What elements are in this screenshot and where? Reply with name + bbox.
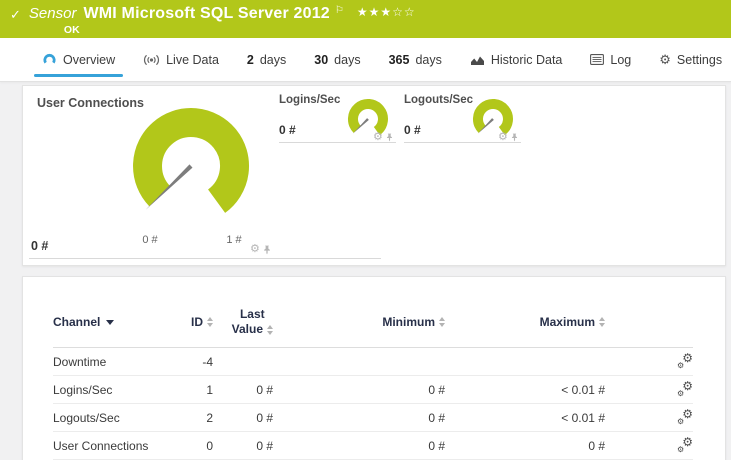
pin-icon[interactable] bbox=[511, 133, 518, 142]
sensor-title-block: Sensor WMI Microsoft SQL Server 2012 ⚐ ★… bbox=[29, 5, 416, 36]
channel-last-value: 0 # bbox=[256, 438, 273, 453]
prtg-sensor-page: ✓ Sensor WMI Microsoft SQL Server 2012 ⚐… bbox=[0, 0, 731, 460]
column-label: Minimum bbox=[382, 315, 435, 329]
logins-divider bbox=[279, 142, 396, 143]
table-row[interactable]: Logouts/Sec 2 0 # 0 # < 0.01 # ⚙ ⚙ bbox=[53, 404, 693, 432]
sort-caret-icon bbox=[106, 319, 115, 325]
channel-settings-gears-icon[interactable]: ⚙ ⚙ bbox=[677, 352, 693, 370]
column-header-minimum[interactable]: Minimum bbox=[273, 315, 445, 329]
live-data-icon bbox=[143, 54, 160, 66]
column-header-id[interactable]: ID bbox=[173, 315, 213, 329]
table-row[interactable]: Downtime -4 ⚙ ⚙ bbox=[53, 348, 693, 376]
channel-name: Downtime bbox=[53, 354, 107, 369]
main-gauge-actions: ⚙ bbox=[250, 244, 271, 255]
channel-last-value: 0 # bbox=[256, 410, 273, 425]
channel-settings-gears-icon[interactable]: ⚙ ⚙ bbox=[677, 380, 693, 398]
channel-id: 2 bbox=[206, 410, 213, 425]
tab-number: 2 bbox=[246, 52, 254, 67]
table-header-row: Channel ID Last Value Minimum Maximum bbox=[53, 277, 693, 348]
logouts-divider bbox=[404, 142, 521, 143]
channel-settings-gears-icon[interactable]: ⚙ ⚙ bbox=[677, 408, 693, 426]
channel-minimum: 0 # bbox=[428, 438, 445, 453]
log-list-icon bbox=[590, 54, 605, 65]
gauge-icon bbox=[42, 53, 57, 66]
channel-maximum: < 0.01 # bbox=[561, 382, 605, 397]
channel-maximum: < 0.01 # bbox=[561, 410, 605, 425]
tab-label: days bbox=[334, 52, 361, 67]
column-label: Channel bbox=[53, 315, 101, 329]
tab-label: Settings bbox=[676, 52, 723, 67]
table-row[interactable]: Logins/Sec 1 0 # 0 # < 0.01 # ⚙ ⚙ bbox=[53, 376, 693, 404]
tab-bar: Overview Live Data 2 days 30 days 365 da… bbox=[0, 38, 731, 82]
channel-minimum: 0 # bbox=[428, 410, 445, 425]
channel-maximum: 0 # bbox=[588, 438, 605, 453]
channel-id: 1 bbox=[206, 382, 213, 397]
column-label: Value bbox=[231, 322, 263, 336]
tab-365-days[interactable]: 365 days bbox=[375, 38, 456, 81]
gauges-panel: User Connections 0 # 1 # 0 # ⚙ Logins/Se… bbox=[22, 85, 726, 266]
logouts-gauge-cell: Logouts/Sec 0 # ⚙ bbox=[404, 94, 522, 150]
channel-name: Logouts/Sec bbox=[53, 410, 120, 425]
tab-settings[interactable]: ⚙ Settings bbox=[645, 38, 731, 81]
title-line: Sensor WMI Microsoft SQL Server 2012 ⚐ ★… bbox=[29, 5, 416, 23]
tab-label: Historic Data bbox=[490, 52, 563, 67]
channel-id: 0 bbox=[206, 438, 213, 453]
flag-icon[interactable]: ⚐ bbox=[335, 5, 344, 16]
tab-log[interactable]: Log bbox=[576, 38, 645, 81]
status-check-icon: ✓ bbox=[10, 7, 21, 22]
gauge-scale-min: 0 # bbox=[142, 234, 158, 246]
tab-label: Overview bbox=[63, 52, 116, 67]
channel-minimum: 0 # bbox=[428, 382, 445, 397]
page-content: User Connections 0 # 1 # 0 # ⚙ Logins/Se… bbox=[0, 82, 731, 460]
main-gauge-divider bbox=[29, 258, 381, 259]
tab-label: Live Data bbox=[166, 52, 219, 67]
page-title: WMI Microsoft SQL Server 2012 bbox=[83, 5, 330, 22]
pin-icon[interactable] bbox=[263, 245, 271, 255]
column-header-last-value[interactable]: Last Value bbox=[213, 307, 273, 337]
tab-overview[interactable]: Overview bbox=[28, 38, 129, 81]
gear-icon: ⚙ bbox=[659, 52, 671, 67]
tab-number: 365 bbox=[388, 52, 410, 67]
priority-stars[interactable]: ★★★☆☆ bbox=[357, 5, 416, 19]
gauge-scale-max: 1 # bbox=[226, 234, 242, 246]
sensor-status-text: OK bbox=[63, 24, 80, 36]
logouts-value: 0 # bbox=[404, 123, 421, 137]
area-chart-icon bbox=[470, 54, 485, 66]
channel-last-value: 0 # bbox=[256, 382, 273, 397]
logins-gauge-cell: Logins/Sec 0 # ⚙ bbox=[279, 94, 397, 150]
tab-label: Log bbox=[610, 52, 632, 67]
table-row[interactable]: User Connections 0 0 # 0 # 0 # ⚙ ⚙ bbox=[53, 432, 693, 460]
tab-number: 30 bbox=[314, 52, 329, 67]
channel-settings-gears-icon[interactable]: ⚙ ⚙ bbox=[677, 436, 693, 454]
tab-label: days bbox=[259, 52, 287, 67]
tab-30-days[interactable]: 30 days bbox=[300, 38, 374, 81]
sort-arrows-icon bbox=[599, 317, 605, 327]
column-label: Maximum bbox=[539, 315, 595, 329]
main-gauge-value: 0 # bbox=[31, 239, 49, 253]
object-kind-label: Sensor bbox=[28, 5, 77, 22]
tab-historic-data[interactable]: Historic Data bbox=[456, 38, 577, 81]
stars-filled: ★★★ bbox=[356, 5, 393, 19]
tab-live-data[interactable]: Live Data bbox=[129, 38, 233, 81]
column-header-maximum[interactable]: Maximum bbox=[445, 315, 605, 329]
user-connections-gauge bbox=[133, 108, 249, 213]
logins-value: 0 # bbox=[279, 123, 296, 137]
channel-name: User Connections bbox=[53, 438, 149, 453]
channel-name: Logins/Sec bbox=[53, 382, 113, 397]
column-label: Last bbox=[239, 307, 265, 321]
column-header-channel[interactable]: Channel bbox=[53, 315, 173, 329]
stars-empty: ☆☆ bbox=[392, 5, 416, 19]
channel-settings-gear-icon[interactable]: ⚙ bbox=[250, 244, 260, 255]
pin-icon[interactable] bbox=[386, 133, 393, 142]
channel-id: -4 bbox=[202, 354, 213, 369]
sensor-header: ✓ Sensor WMI Microsoft SQL Server 2012 ⚐… bbox=[0, 0, 731, 38]
channels-table-panel: Channel ID Last Value Minimum Maximum Do… bbox=[22, 276, 726, 460]
column-label: ID bbox=[191, 315, 203, 329]
tab-label: days bbox=[415, 52, 442, 67]
tab-2-days[interactable]: 2 days bbox=[233, 38, 300, 81]
